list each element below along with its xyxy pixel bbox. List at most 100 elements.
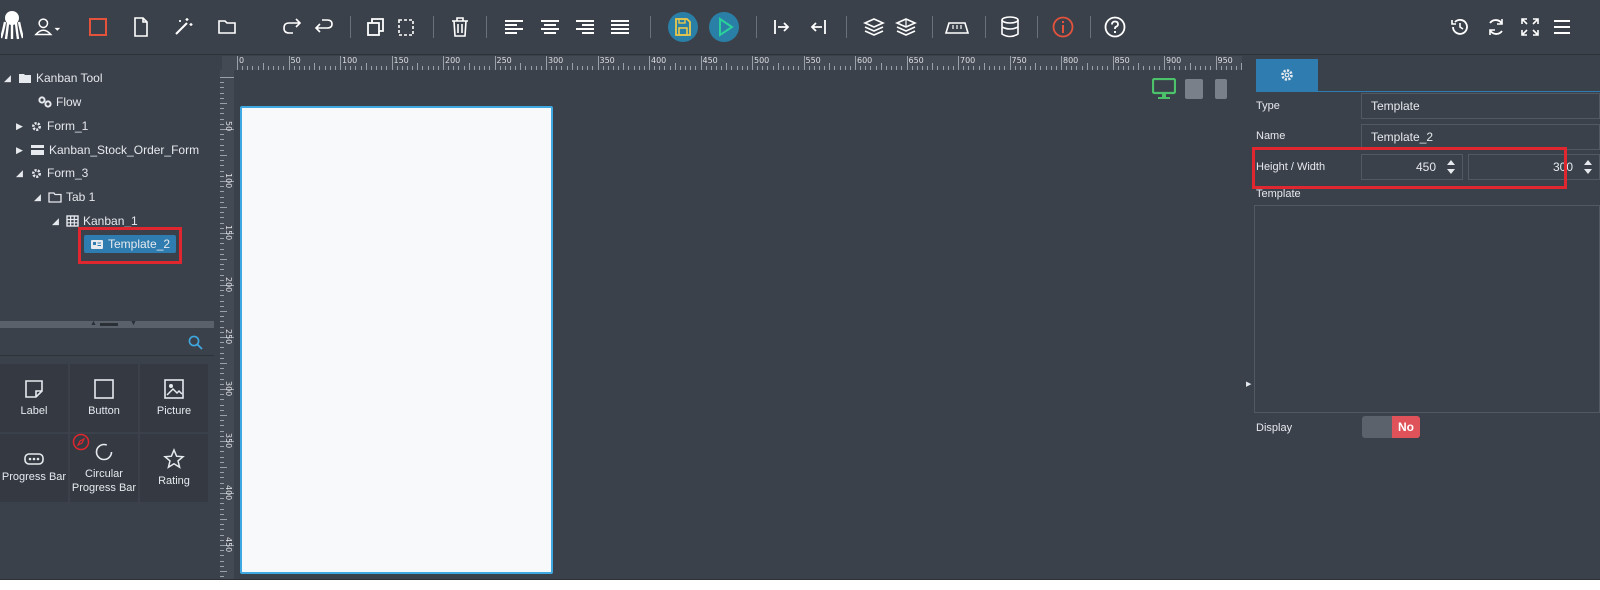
tree-item-form-3[interactable]: ◢ Form_3 [16, 163, 88, 183]
splitter-grip[interactable] [100, 323, 118, 326]
panel-splitter[interactable]: ▲ ▼ [0, 320, 214, 328]
align-center-icon[interactable] [536, 12, 564, 42]
ruler-tick [1127, 66, 1129, 70]
ruler-tick [220, 113, 224, 115]
user-icon[interactable] [34, 12, 62, 42]
ruler-tick [273, 66, 275, 70]
ruler-tick [705, 66, 707, 70]
tool-label[interactable]: Label [0, 364, 68, 432]
history-icon[interactable] [1446, 12, 1474, 42]
database-icon[interactable] [996, 12, 1024, 42]
undo-icon[interactable] [310, 12, 338, 42]
paste-icon[interactable] [392, 12, 420, 42]
align-left-icon[interactable] [500, 12, 528, 42]
align-justify-icon[interactable] [606, 12, 634, 42]
play-icon[interactable] [708, 12, 740, 42]
ruler-tick [220, 451, 224, 453]
indent-icon[interactable] [768, 12, 796, 42]
tool-picture[interactable]: Picture [140, 364, 208, 432]
template-editor[interactable] [1254, 205, 1600, 413]
search-input[interactable] [0, 330, 185, 355]
ruler-tick [1184, 66, 1186, 70]
ruler-tick [891, 66, 893, 70]
ruler-tick [220, 529, 224, 531]
ruler-tick [1004, 66, 1006, 70]
ruler-tick [345, 66, 347, 70]
ruler-icon[interactable] [943, 12, 971, 42]
tree-item-tab-1[interactable]: ◢ Tab 1 [34, 187, 95, 207]
collapse-panel-arrow-icon[interactable]: ▶ [1246, 380, 1251, 388]
ruler-tick [220, 149, 224, 151]
redo-icon[interactable] [278, 12, 306, 42]
ruler-label: 400 [224, 485, 233, 501]
page-icon[interactable] [127, 12, 155, 42]
magic-wand-icon[interactable] [169, 12, 197, 42]
ruler-tick [1210, 66, 1212, 70]
collapse-arrow-icon[interactable]: ◢ [4, 73, 16, 84]
design-canvas-page[interactable] [240, 106, 553, 574]
menu-icon[interactable] [1548, 12, 1576, 42]
tool-progress-bar[interactable]: Progress Bar [0, 434, 68, 502]
tree-item-form-1[interactable]: ▶ Form_1 [16, 116, 88, 136]
ruler-tick [220, 103, 227, 104]
ruler-tick [1215, 56, 1217, 70]
layers-icon[interactable] [860, 12, 888, 42]
width-stepper[interactable]: 300 [1468, 154, 1600, 180]
square-icon[interactable] [84, 12, 112, 42]
search-icon[interactable] [188, 335, 203, 353]
ruler-tick [607, 66, 609, 70]
horizontal-ruler: 0 50 100 150 200 250 300 350 400 450 500 550 600 650 7… [222, 56, 1242, 70]
type-field[interactable]: Template [1361, 93, 1600, 119]
phone-icon[interactable] [1214, 78, 1228, 103]
octopus-logo-icon[interactable] [0, 10, 24, 40]
height-stepper[interactable]: 450 [1361, 154, 1463, 180]
collapse-arrow-icon[interactable]: ◢ [16, 168, 28, 179]
layers-alt-icon[interactable] [892, 12, 920, 42]
width-spinner-icon[interactable] [1581, 159, 1595, 175]
tree-item-kanban-stock-order-form[interactable]: ▶ Kanban_Stock_Order_Form [16, 140, 199, 160]
trash-icon[interactable] [446, 12, 474, 42]
collapse-arrow-icon[interactable]: ◢ [52, 216, 64, 227]
tab-settings[interactable] [1256, 59, 1318, 91]
ruler-tick [1241, 63, 1242, 70]
desktop-icon[interactable] [1151, 77, 1177, 103]
save-icon[interactable] [667, 12, 699, 42]
ruler-tick [525, 66, 527, 70]
ruler-tick [1122, 66, 1124, 70]
align-right-icon[interactable] [571, 12, 599, 42]
fullscreen-icon[interactable] [1516, 12, 1544, 42]
star-icon [163, 448, 185, 469]
properties-panel: Type Template Name Template_2 Height / W… [1246, 56, 1600, 579]
tablet-icon[interactable] [1184, 78, 1204, 103]
tool-progress-bar-text: Progress Bar [1, 471, 67, 483]
expand-arrow-icon[interactable]: ▶ [16, 121, 28, 132]
name-field[interactable]: Template_2 [1361, 124, 1600, 150]
expand-arrow-icon[interactable]: ▶ [16, 145, 28, 156]
ruler-tick [1164, 56, 1165, 70]
ruler-tick [220, 118, 224, 120]
info-icon[interactable] [1049, 12, 1077, 42]
tool-button[interactable]: Button [70, 364, 138, 432]
ruler-tick [376, 66, 378, 70]
ruler-tick [401, 66, 403, 70]
tree-item-kanban-1[interactable]: ◢ Kanban_1 [52, 211, 138, 231]
tree-item-kanban-tool[interactable]: ◢ Kanban Tool [4, 68, 103, 88]
ruler-tick [571, 63, 573, 70]
folder-icon[interactable] [213, 12, 241, 42]
display-toggle[interactable]: No [1362, 416, 1420, 438]
toolbar-separator [350, 16, 351, 38]
ruler-tick [597, 56, 599, 70]
tool-picture-text: Picture [156, 405, 192, 417]
tree-item-template-2[interactable]: Template_2 [84, 234, 177, 254]
height-spinner-icon[interactable] [1444, 159, 1458, 175]
ruler-label: 500 [754, 56, 770, 65]
collapse-arrow-icon[interactable]: ◢ [34, 192, 46, 203]
tool-rating[interactable]: Rating [140, 434, 208, 502]
help-icon[interactable] [1101, 12, 1129, 42]
outdent-icon[interactable] [804, 12, 832, 42]
refresh-icon[interactable] [1482, 12, 1510, 42]
tree-item-flow[interactable]: Flow [36, 92, 81, 112]
copy-icon[interactable] [362, 12, 390, 42]
ruler-tick [220, 321, 224, 323]
ruler-tick [220, 87, 224, 89]
